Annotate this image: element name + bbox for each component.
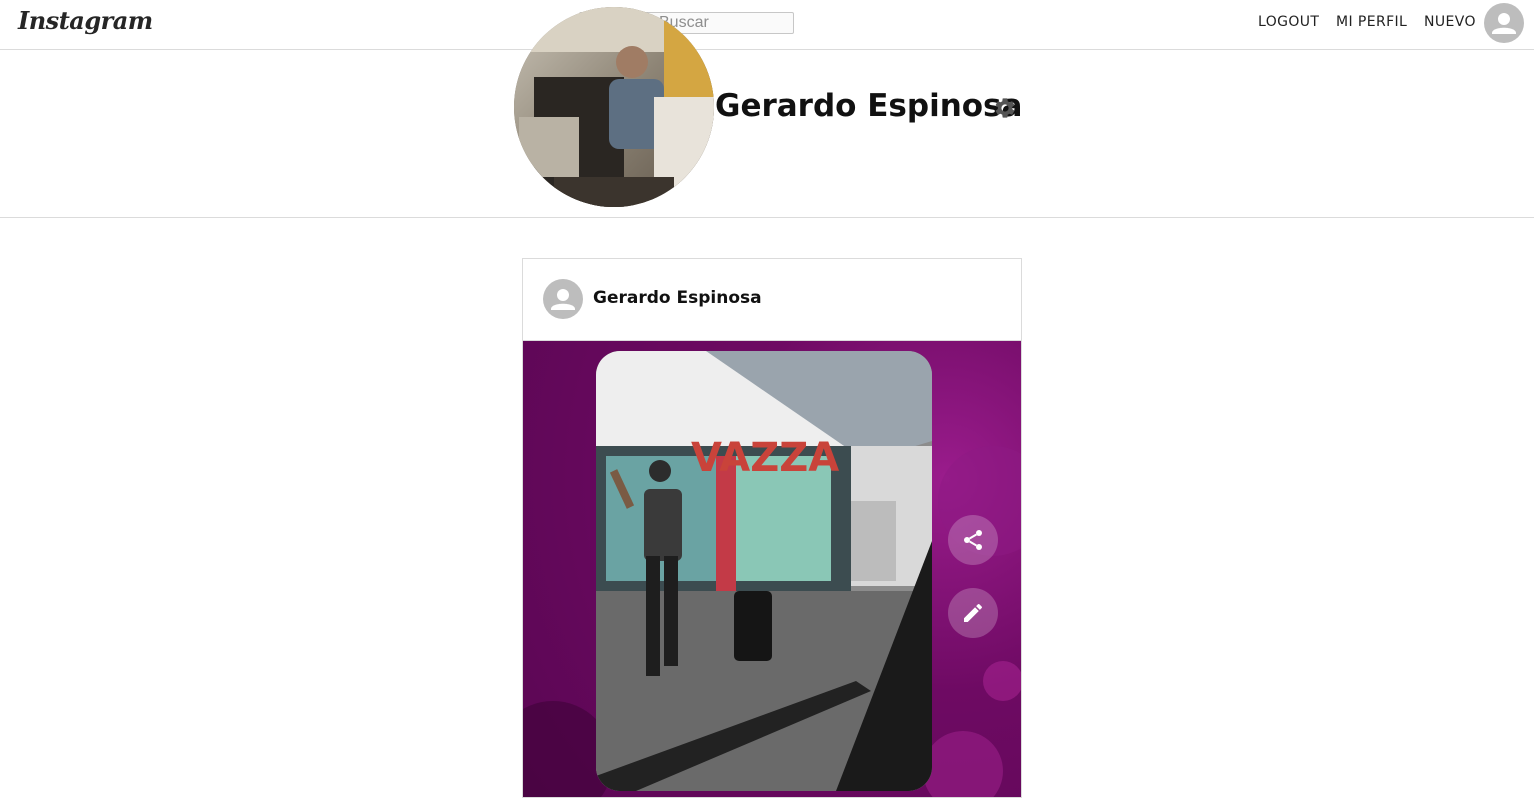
logout-link[interactable]: LOGOUT xyxy=(1258,14,1319,30)
gear-icon[interactable] xyxy=(993,96,1017,120)
my-profile-link[interactable]: MI PERFIL xyxy=(1336,14,1407,30)
post-header: Gerardo Espinosa xyxy=(523,259,1021,341)
profile-photo[interactable] xyxy=(514,7,714,207)
video-preview[interactable]: VAZZA xyxy=(596,351,932,791)
pencil-icon xyxy=(964,603,983,622)
top-navigation-bar: Instagram LOGOUT MI PERFIL NUEVO xyxy=(0,0,1534,50)
street-scene-image: VAZZA xyxy=(596,351,932,791)
share-icon xyxy=(964,530,982,550)
profile-photo-image xyxy=(514,7,714,207)
profile-header: Gerardo Espinosa xyxy=(0,7,1534,218)
post-card: Gerardo Espinosa VAZZA xyxy=(522,258,1022,798)
profile-name: Gerardo Espinosa xyxy=(715,88,1023,124)
edit-button[interactable] xyxy=(948,588,998,638)
person-icon xyxy=(1492,13,1516,34)
post-author-name[interactable]: Gerardo Espinosa xyxy=(593,288,762,308)
share-button[interactable] xyxy=(948,515,998,565)
storefront-sign: VAZZA xyxy=(691,435,839,481)
instagram-logo[interactable]: Instagram xyxy=(18,6,153,35)
person-icon xyxy=(551,289,575,310)
user-avatar[interactable] xyxy=(1484,3,1524,43)
post-media[interactable]: VAZZA xyxy=(523,341,1021,797)
post-author-avatar[interactable] xyxy=(543,279,583,319)
new-post-link[interactable]: NUEVO xyxy=(1424,14,1476,30)
